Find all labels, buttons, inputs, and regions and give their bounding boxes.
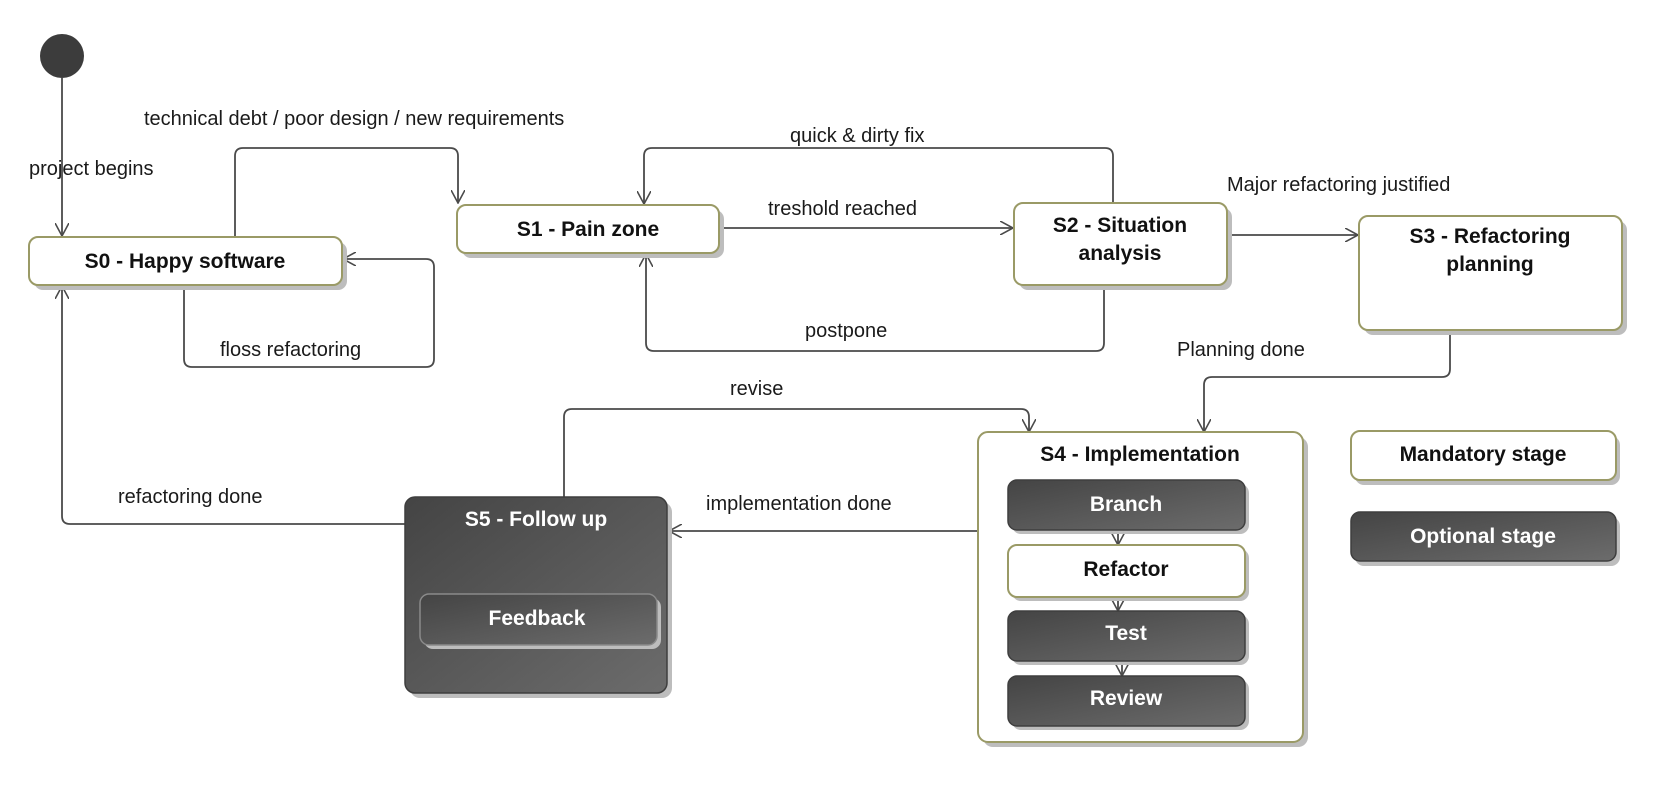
state-s4[interactable]: S4 - Implementation Branch Refactor Test… (977, 431, 1308, 747)
state-diagram: project begins technical debt / poor des… (28, 34, 1627, 747)
state-s0-label: S0 - Happy software (85, 250, 286, 273)
state-s4-label: S4 - Implementation (1040, 443, 1240, 466)
label-refactoring-done: refactoring done (118, 486, 263, 508)
state-s5[interactable]: S5 - Follow up Feedback (404, 496, 672, 698)
label-revise: revise (730, 378, 783, 400)
substate-review-label: Review (1090, 687, 1163, 710)
substate-feedback[interactable]: Feedback (419, 593, 661, 649)
legend-mandatory-label: Mandatory stage (1400, 443, 1567, 466)
label-floss-refactoring: floss refactoring (220, 339, 361, 361)
label-major-refactoring: Major refactoring justified (1227, 174, 1450, 196)
state-s0[interactable]: S0 - Happy software (28, 236, 347, 290)
substate-branch-label: Branch (1090, 493, 1162, 516)
label-quick-dirty-fix: quick & dirty fix (790, 125, 924, 147)
legend-mandatory: Mandatory stage (1350, 430, 1620, 485)
legend-optional-label: Optional stage (1410, 525, 1556, 548)
substate-branch[interactable]: Branch (1007, 479, 1249, 534)
label-technical-debt: technical debt / poor design / new requi… (144, 108, 564, 130)
edge-quick-dirty-fix (644, 147, 1114, 204)
state-s3-label-line2: planning (1446, 253, 1534, 276)
substate-refactor[interactable]: Refactor (1007, 544, 1249, 601)
state-s1[interactable]: S1 - Pain zone (456, 204, 724, 258)
state-s2-label-line1: S2 - Situation (1053, 214, 1187, 237)
legend-optional: Optional stage (1350, 511, 1620, 566)
state-s1-label: S1 - Pain zone (517, 218, 659, 241)
substate-refactor-label: Refactor (1083, 558, 1168, 581)
substate-feedback-label: Feedback (489, 607, 586, 630)
substate-review[interactable]: Review (1007, 675, 1249, 730)
state-s2[interactable]: S2 - Situation analysis (1013, 202, 1232, 290)
label-implementation-done: implementation done (706, 493, 892, 515)
initial-state (40, 34, 84, 78)
substate-test-label: Test (1105, 622, 1147, 645)
label-planning-done: Planning done (1177, 339, 1305, 361)
state-s2-label-line2: analysis (1079, 242, 1162, 265)
edge-revise (563, 408, 1029, 497)
label-postpone: postpone (805, 320, 887, 342)
label-project-begins: project begins (29, 158, 154, 180)
state-s3-label-line1: S3 - Refactoring (1409, 225, 1570, 248)
label-threshold-reached: treshold reached (768, 198, 917, 220)
substate-test[interactable]: Test (1007, 610, 1249, 665)
state-s5-label: S5 - Follow up (465, 508, 607, 531)
edge-technical-debt (234, 147, 458, 237)
state-s3[interactable]: S3 - Refactoring planning (1358, 215, 1627, 335)
